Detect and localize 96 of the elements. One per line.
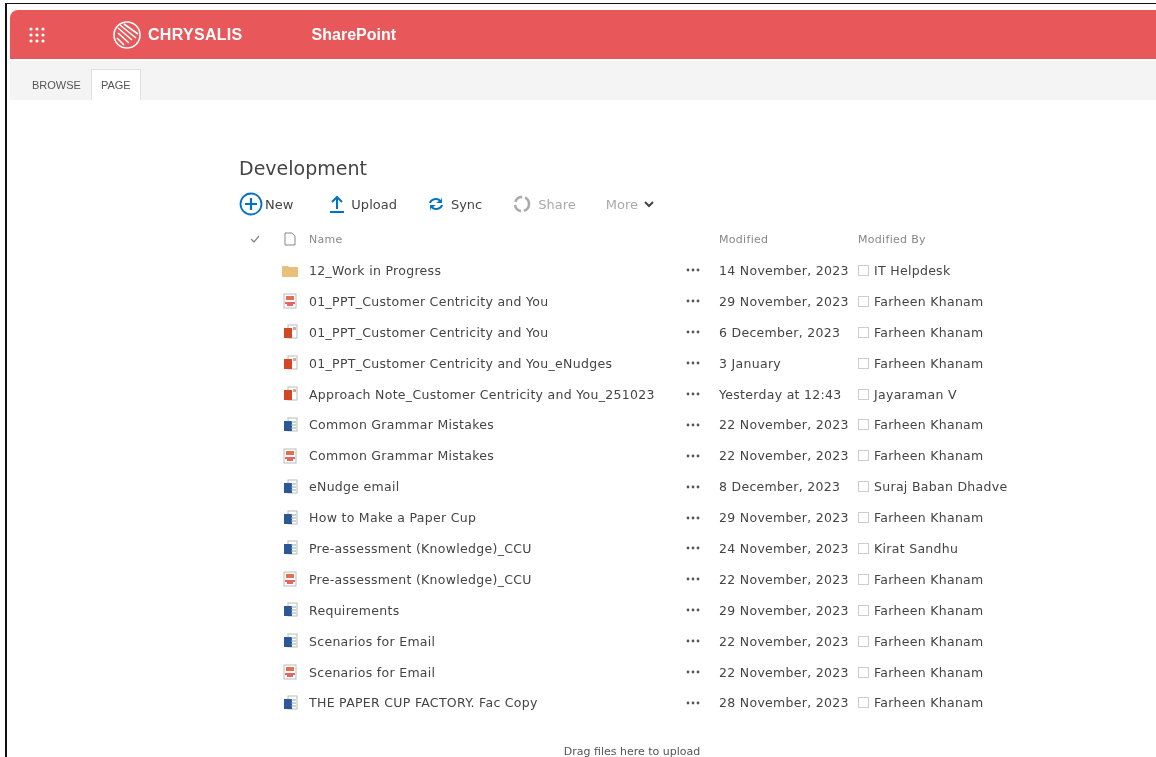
modified-by-name[interactable]: Farheen Khanam [874, 695, 984, 711]
logo-text: CHRYSALIS [148, 25, 243, 44]
column-header[interactable]: Modified [719, 232, 769, 246]
presence-icon [858, 326, 869, 338]
file-name-link[interactable]: Scenarios for Email [309, 633, 436, 649]
modified-date: 3 January [719, 355, 781, 371]
file-name-link[interactable]: Common Grammar Mistakes [309, 448, 495, 464]
modified-date: 6 December, 2023 [719, 324, 841, 340]
modified-by-name[interactable]: Farheen Khanam [874, 664, 984, 680]
more-options-icon[interactable] [686, 268, 700, 273]
presence-icon [858, 264, 869, 276]
modified-by-name[interactable]: Farheen Khanam [874, 571, 984, 587]
more-options-icon[interactable] [686, 422, 700, 427]
plus-icon [239, 192, 263, 216]
modified-by-name[interactable]: Farheen Khanam [874, 633, 984, 649]
file-name-link[interactable]: How to Make a Paper Cup [309, 510, 477, 526]
upload-icon [329, 195, 346, 213]
modified-date: 29 November, 2023 [719, 510, 849, 526]
more-options-icon[interactable] [686, 577, 700, 582]
file-name-link[interactable]: 12_Work in Progress [309, 262, 442, 278]
file-name-link[interactable]: Scenarios for Email [309, 664, 436, 680]
modified-date: 29 November, 2023 [719, 602, 849, 618]
modified-date: 8 December, 2023 [719, 479, 841, 495]
app-launcher-icon[interactable] [29, 26, 45, 43]
file-name-link[interactable]: 01_PPT_Customer Centricity and You [309, 293, 549, 309]
sync-icon [426, 195, 445, 213]
modified-by-name[interactable]: Suraj Baban Dhadve [874, 479, 1008, 495]
ribbon-tab[interactable]: PAGE [90, 69, 141, 100]
file-type-icon [284, 232, 296, 246]
modified-date: Yesterday at 12:43 [719, 386, 842, 402]
modified-date: 22 November, 2023 [719, 417, 849, 433]
modified-by-name[interactable]: IT Helpdesk [874, 262, 951, 278]
modified-by-name[interactable]: Farheen Khanam [874, 602, 984, 618]
share-icon [512, 194, 533, 214]
file-name-link[interactable]: Pre-assessment (Knowledge)_CCU [309, 540, 532, 556]
more-options-icon[interactable] [686, 484, 700, 489]
more-options-icon[interactable] [686, 361, 700, 366]
drop-hint: Drag files here to upload [562, 745, 702, 757]
modified-date: 22 November, 2023 [719, 448, 849, 464]
modified-date: 14 November, 2023 [719, 262, 849, 278]
presence-icon [858, 512, 869, 524]
presence-icon [858, 357, 869, 369]
presence-icon [858, 542, 869, 554]
presence-icon [858, 697, 869, 709]
modified-date: 22 November, 2023 [719, 571, 849, 587]
presence-icon [858, 573, 869, 585]
more-options-icon[interactable] [686, 515, 700, 520]
logo-icon [112, 19, 142, 50]
modified-by-name[interactable]: Farheen Khanam [874, 417, 984, 433]
chevron-down-icon [644, 200, 654, 208]
file-name-link[interactable]: Requirements [309, 602, 400, 618]
modified-by-name[interactable]: Farheen Khanam [874, 355, 984, 371]
modified-date: 29 November, 2023 [719, 293, 849, 309]
presence-icon [858, 666, 869, 678]
app-name[interactable]: SharePoint [311, 25, 397, 44]
more-options-icon[interactable] [686, 670, 700, 674]
presence-icon [858, 388, 869, 400]
more-options-icon[interactable] [686, 546, 700, 551]
file-name-link[interactable]: Approach Note_Customer Centricity and You_251023 [309, 386, 655, 402]
new-button[interactable]: New [239, 192, 294, 216]
modified-by-name[interactable]: Farheen Khanam [874, 510, 984, 526]
modified-by-name[interactable]: Farheen Khanam [874, 324, 984, 340]
presence-icon [858, 419, 869, 431]
presence-icon [858, 450, 869, 462]
more-options-icon[interactable] [686, 608, 700, 613]
file-name-link[interactable]: THE PAPER CUP FACTORY. Fac Copy [309, 695, 538, 711]
modified-by-name[interactable]: Farheen Khanam [874, 448, 984, 464]
more-options-icon[interactable] [686, 392, 700, 396]
file-name-link[interactable]: 01_PPT_Customer Centricity and You_eNudges [309, 355, 613, 371]
sync-button[interactable]: Sync [426, 195, 483, 213]
presence-icon [858, 604, 869, 616]
presence-icon [858, 635, 869, 647]
modified-by-name[interactable]: Jayaraman V [874, 386, 957, 402]
file-name-link[interactable]: 01_PPT_Customer Centricity and You [309, 324, 549, 340]
upload-button[interactable]: Upload [329, 195, 397, 213]
modified-date: 22 November, 2023 [719, 664, 849, 680]
modified-date: 22 November, 2023 [719, 633, 849, 649]
modified-date: 28 November, 2023 [719, 695, 849, 711]
presence-icon [858, 481, 869, 493]
modified-by-name[interactable]: Farheen Khanam [874, 293, 984, 309]
file-name-link[interactable]: eNudge email [309, 479, 400, 495]
more-options-icon[interactable] [686, 700, 700, 705]
column-header[interactable]: Modified By [858, 232, 926, 246]
check-icon[interactable] [250, 235, 260, 243]
more-options-icon[interactable] [686, 639, 700, 644]
ribbon-tab[interactable]: BROWSE [22, 69, 91, 100]
modified-by-name[interactable]: Kirat Sandhu [874, 540, 959, 556]
file-name-link[interactable]: Pre-assessment (Knowledge)_CCU [309, 571, 532, 587]
column-header[interactable]: Name [309, 232, 343, 246]
more-options-icon[interactable] [686, 453, 700, 458]
more-options-icon[interactable] [686, 299, 700, 304]
presence-icon [858, 295, 869, 307]
file-name-link[interactable]: Common Grammar Mistakes [309, 417, 495, 433]
library-title: Development [239, 157, 368, 181]
more-options-icon[interactable] [686, 330, 700, 335]
modified-date: 24 November, 2023 [719, 540, 849, 556]
